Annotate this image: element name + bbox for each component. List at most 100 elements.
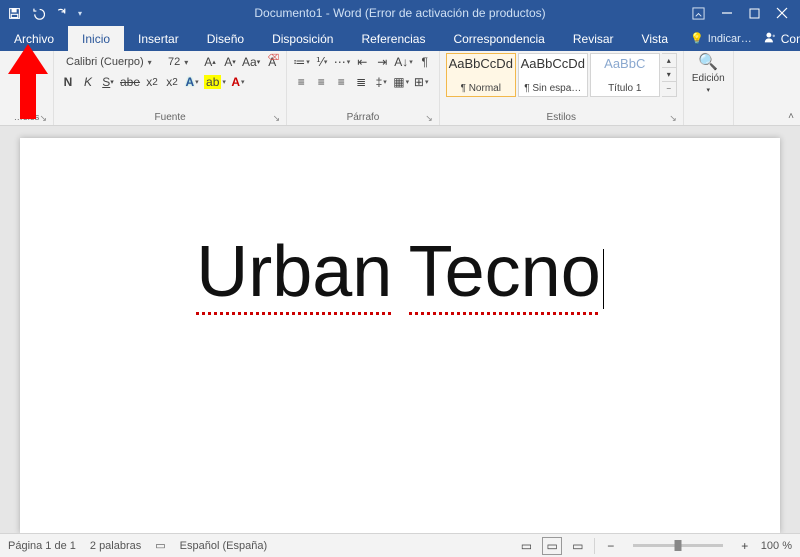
tab-disposicion[interactable]: Disposición (258, 26, 347, 51)
align-right-button[interactable]: ≡ (333, 73, 349, 91)
group-font: Calibri (Cuerpo)▾ 72▾ A▴ A▾ Aa▾ A⌫ N K S… (54, 51, 287, 125)
highlight-button[interactable]: ab (204, 73, 226, 91)
group-paragraph: ≔ ⅟ ⋯ ⇤ ⇥ A↓ ¶ ≡ ≡ ≡ ≣ ‡ ▦ ⊞ Párrafo↘ (287, 51, 440, 125)
styles-launcher-icon[interactable]: ↘ (669, 113, 677, 124)
align-left-button[interactable]: ≡ (293, 73, 309, 91)
window-title: Documento1 - Word (Error de activación d… (254, 6, 545, 20)
maximize-icon[interactable] (749, 8, 760, 19)
font-size-value: 72 (168, 56, 180, 68)
lightbulb-icon: 💡 (690, 32, 704, 45)
tab-diseno[interactable]: Diseño (193, 26, 258, 51)
sort-button[interactable]: A↓ (394, 53, 413, 71)
tab-correspondencia[interactable]: Correspondencia (439, 26, 558, 51)
justify-button[interactable]: ≣ (353, 73, 369, 91)
redo-icon[interactable] (55, 7, 68, 20)
underline-button[interactable]: S▾ (100, 73, 116, 91)
superscript-button[interactable]: x2 (164, 73, 180, 91)
style-name: Título 1 (608, 83, 641, 94)
minimize-icon[interactable] (721, 7, 733, 19)
tell-me[interactable]: 💡 Indicar… (690, 26, 752, 51)
share-icon (764, 31, 777, 47)
tab-referencias[interactable]: Referencias (347, 26, 439, 51)
text-word1: Urban (196, 231, 392, 313)
bold-button[interactable]: N (60, 73, 76, 91)
web-layout-button[interactable]: ▭ (570, 537, 586, 555)
style-sample: AaBbCcDd (521, 56, 585, 71)
font-name-combo[interactable]: Calibri (Cuerpo)▾ (60, 56, 158, 68)
text-word2: Tecno (409, 231, 601, 313)
strike-button[interactable]: abe (120, 73, 140, 91)
zoom-thumb[interactable] (674, 540, 681, 551)
tell-me-label: Indicar… (708, 33, 752, 45)
zoom-level[interactable]: 100 % (761, 540, 792, 552)
bullets-button[interactable]: ≔ (293, 53, 310, 71)
share-label: Compartir (781, 32, 800, 46)
multilevel-button[interactable]: ⋯ (334, 53, 351, 71)
style-sin-espaciado[interactable]: AaBbCcDd ¶ Sin espa… (518, 53, 588, 97)
group-label-styles: Estilos↘ (446, 111, 677, 125)
tab-vista[interactable]: Vista (628, 26, 682, 51)
status-words[interactable]: 2 palabras (90, 540, 141, 552)
decrease-indent-button[interactable]: ⇤ (354, 53, 370, 71)
styles-up-icon[interactable]: ▴ (662, 54, 676, 68)
document-text[interactable]: Urban Tecno (196, 228, 604, 316)
zoom-slider[interactable] (633, 544, 723, 547)
document-area: Urban Tecno (0, 126, 800, 533)
shading-button[interactable]: ▦ (393, 73, 409, 91)
align-center-button[interactable]: ≡ (313, 73, 329, 91)
italic-button[interactable]: K (80, 73, 96, 91)
annotation-arrow (8, 44, 48, 119)
style-name: ¶ Sin espa… (524, 83, 581, 94)
close-icon[interactable] (776, 7, 788, 19)
font-size-combo[interactable]: 72▾ (162, 56, 198, 68)
style-sample: AaBbCcDd (449, 56, 513, 71)
zoom-out-button[interactable]: − (603, 537, 619, 555)
group-styles: AaBbCcDd ¶ Normal AaBbCcDd ¶ Sin espa… A… (440, 51, 684, 125)
undo-icon[interactable] (31, 7, 45, 20)
group-label-editing (690, 122, 727, 125)
status-page[interactable]: Página 1 de 1 (8, 540, 76, 552)
increase-indent-button[interactable]: ⇥ (374, 53, 390, 71)
show-marks-button[interactable]: ¶ (417, 53, 433, 71)
collapse-ribbon-icon[interactable]: ˄ (788, 111, 794, 122)
clear-format-button[interactable]: A⌫ (264, 53, 280, 71)
line-spacing-button[interactable]: ‡ (373, 73, 389, 91)
style-titulo1[interactable]: AaBbC Título 1 (590, 53, 660, 97)
style-normal[interactable]: AaBbCcDd ¶ Normal (446, 53, 516, 97)
group-label-font: Fuente↘ (60, 111, 280, 125)
text-effects-button[interactable]: A (184, 73, 200, 91)
ribbon-options-icon[interactable] (692, 7, 705, 20)
page[interactable]: Urban Tecno (20, 138, 780, 533)
editing-dropdown-icon[interactable]: ▾ (707, 86, 711, 94)
read-mode-button[interactable]: ▭ (518, 537, 534, 555)
styles-scroll[interactable]: ▴ ▾ ⎯ (662, 53, 677, 97)
share-button[interactable]: Compartir (752, 26, 800, 51)
borders-button[interactable]: ⊞ (413, 73, 429, 91)
tab-revisar[interactable]: Revisar (559, 26, 628, 51)
zoom-in-button[interactable]: + (737, 537, 753, 555)
styles-down-icon[interactable]: ▾ (662, 68, 676, 82)
editing-label: Edición (692, 73, 725, 84)
qat-customize-icon[interactable]: ▾ (78, 9, 82, 18)
ribbon: 📋 …eles↘ Calibri (Cuerpo)▾ 72▾ A▴ A▾ Aa▾… (0, 51, 800, 126)
print-layout-button[interactable]: ▭ (542, 537, 561, 555)
status-proofing[interactable]: ▭ (155, 539, 165, 552)
text-cursor (603, 249, 604, 309)
change-case-button[interactable]: Aa▾ (242, 53, 260, 71)
subscript-button[interactable]: x2 (144, 73, 160, 91)
tab-inicio[interactable]: Inicio (68, 26, 124, 51)
proofing-icon: ▭ (155, 539, 165, 552)
font-color-button[interactable]: A (230, 73, 246, 91)
shrink-font-button[interactable]: A▾ (222, 53, 238, 71)
styles-more-icon[interactable]: ⎯ (662, 82, 676, 96)
save-icon[interactable] (8, 7, 21, 20)
status-right: ▭ ▭ ▭ − + 100 % (518, 537, 792, 555)
grow-font-button[interactable]: A▴ (202, 53, 218, 71)
status-language[interactable]: Español (España) (180, 540, 267, 552)
font-name-value: Calibri (Cuerpo) (66, 56, 144, 68)
tab-insertar[interactable]: Insertar (124, 26, 193, 51)
paragraph-launcher-icon[interactable]: ↘ (425, 113, 433, 124)
font-launcher-icon[interactable]: ↘ (273, 113, 281, 124)
find-button[interactable]: 🔍 (698, 53, 718, 71)
numbering-button[interactable]: ⅟ (314, 53, 330, 71)
